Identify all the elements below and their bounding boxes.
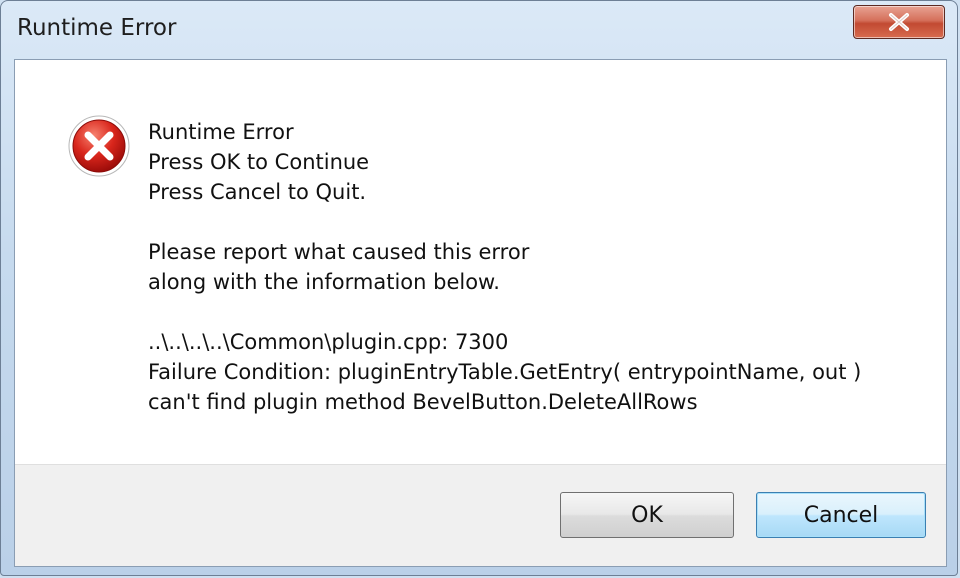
cancel-button[interactable]: Cancel [756, 492, 926, 538]
button-bar: OK Cancel [15, 464, 946, 566]
ok-button[interactable]: OK [560, 492, 734, 538]
message-line: Failure Condition: pluginEntryTable.GetE… [148, 360, 862, 384]
message-area: Runtime Error Press OK to Continue Press… [15, 60, 946, 464]
message-line: can't find plugin method BevelButton.Del… [148, 390, 698, 414]
message-line: along with the information below. [148, 270, 500, 294]
window-title: Runtime Error [17, 15, 177, 41]
title-bar[interactable]: Runtime Error [1, 1, 957, 59]
message-line: Please report what caused this error [148, 240, 530, 264]
message-line: Press Cancel to Quit. [148, 180, 367, 204]
error-icon [68, 115, 130, 177]
close-button[interactable] [853, 5, 945, 39]
dialog-client-area: Runtime Error Press OK to Continue Press… [14, 59, 947, 567]
close-icon [889, 13, 909, 31]
message-line [148, 297, 918, 327]
dialog-window: Runtime Error Runtime Error Press OK to … [0, 0, 958, 576]
message-line [148, 207, 918, 237]
error-message: Runtime Error Press OK to Continue Press… [148, 117, 918, 417]
message-line: Press OK to Continue [148, 150, 370, 174]
message-line: ..\..\..\..\Common\plugin.cpp: 7300 [148, 330, 509, 354]
message-line: Runtime Error [148, 120, 294, 144]
